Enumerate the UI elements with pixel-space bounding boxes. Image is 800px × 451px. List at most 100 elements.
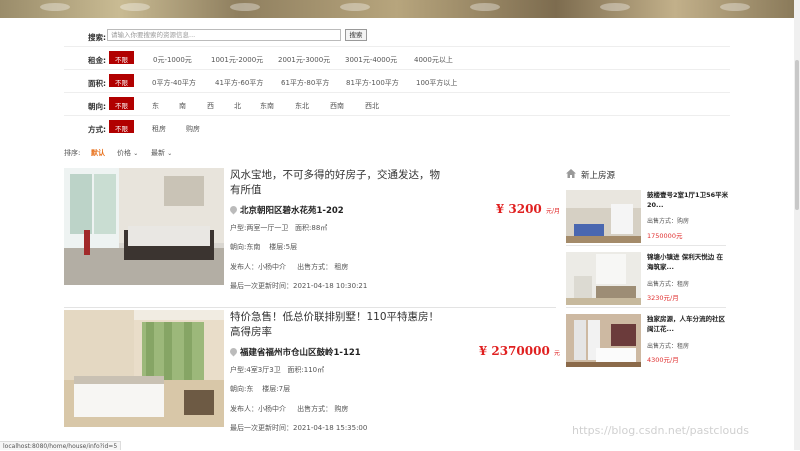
sidebar-listing-thumb[interactable] bbox=[566, 190, 641, 243]
filter-row-area: 面积: 不限 0平方-40平方 41平方-60平方 61平方-80平方 81平方… bbox=[64, 70, 730, 93]
listing-price: ¥ 3200 元/月 bbox=[496, 202, 560, 216]
sidebar-listing-title[interactable]: 独家房源，人车分流的社区闽江花... bbox=[647, 314, 729, 334]
sidebar-header: 新上房源 bbox=[566, 168, 726, 184]
sort-price-label: 价格 bbox=[117, 149, 131, 157]
sidebar-title: 新上房源 bbox=[581, 171, 616, 181]
listing-photo[interactable] bbox=[64, 168, 224, 285]
listing-title[interactable]: 特价急售！低总价联排别墅！110平特惠房！高得房率 bbox=[230, 310, 448, 340]
filter-option[interactable]: 2001元-3000元 bbox=[278, 55, 330, 65]
listing-publisher-type: 发布人：小杨中介 出售方式： 租房 bbox=[230, 262, 348, 272]
sidebar-listing-price: 1750000元 bbox=[647, 232, 683, 240]
listing-address: 福建省福州市仓山区鼓岭1-121 bbox=[228, 346, 361, 358]
sidebar-listing-type: 出售方式：租房 bbox=[647, 281, 690, 288]
listing-area: 面积:88㎡ bbox=[295, 224, 328, 232]
sidebar-listing[interactable]: 鼓楼壹号2室1厅1卫56平米20... 出售方式：购房 1750000元 bbox=[566, 190, 729, 246]
filter-option[interactable]: 1001元-2000元 bbox=[211, 55, 263, 65]
scrollbar-thumb[interactable] bbox=[795, 60, 799, 210]
search-label: 搜索: bbox=[88, 33, 106, 42]
filter-option[interactable]: 3001元-4000元 bbox=[345, 55, 397, 65]
filter-option[interactable]: 0平方-40平方 bbox=[152, 78, 196, 88]
header-banner-image bbox=[0, 0, 794, 18]
listing-layout-area: 户型:4室3厅3卫 面积:110㎡ bbox=[230, 365, 324, 375]
filter-option[interactable]: 购房 bbox=[186, 124, 200, 134]
filter-option[interactable]: 南 bbox=[179, 101, 186, 111]
filter-option[interactable]: 西南 bbox=[330, 101, 344, 111]
filter-option[interactable]: 4000元以上 bbox=[414, 55, 453, 65]
sort-latest[interactable]: 最新 ⌄ bbox=[151, 148, 172, 158]
sort-default[interactable]: 默认 bbox=[91, 148, 105, 158]
location-pin-icon bbox=[228, 346, 239, 357]
filter-option[interactable]: 东 bbox=[152, 101, 159, 111]
listing-floor: 楼层:7层 bbox=[262, 385, 291, 393]
sidebar-listing-title[interactable]: 鼓楼壹号2室1厅1卫56平米20... bbox=[647, 190, 729, 210]
filter-option[interactable]: 81平方-100平方 bbox=[346, 78, 399, 88]
filter-option[interactable]: 东南 bbox=[260, 101, 274, 111]
listing-item[interactable]: 特价急售！低总价联排别墅！110平特惠房！高得房率 福建省福州市仓山区鼓岭1-1… bbox=[64, 310, 560, 450]
filter-option[interactable]: 西北 bbox=[365, 101, 379, 111]
filter-option-any[interactable]: 不限 bbox=[109, 120, 134, 133]
listing-title[interactable]: 风水宝地，不可多得的好房子，交通发达，物有所值 bbox=[230, 168, 448, 198]
listing-address: 北京朝阳区碧水花苑1-202 bbox=[228, 204, 344, 216]
chevron-down-icon: ⌄ bbox=[167, 150, 173, 157]
listing-updated: 最后一次更新时间：2021-04-18 10:30:21 bbox=[230, 282, 368, 290]
location-pin-icon bbox=[228, 204, 239, 215]
sidebar-listing-price: 3230元/月 bbox=[647, 294, 679, 302]
filter-row-method: 方式: 不限 租房 购房 bbox=[64, 116, 730, 139]
listing-orientation: 朝向:东 bbox=[230, 385, 254, 393]
filter-label: 方式: bbox=[88, 125, 106, 134]
sidebar-listing-price: 4300元/月 bbox=[647, 356, 679, 364]
filter-row-rent: 租金: 不限 0元-1000元 1001元-2000元 2001元-3000元 … bbox=[64, 47, 730, 70]
filter-label: 面积: bbox=[88, 79, 106, 88]
sidebar-listing-type: 出售方式：购房 bbox=[647, 218, 690, 225]
search-button[interactable]: 搜索 bbox=[345, 29, 367, 41]
search-input[interactable]: 请输入你要搜索的资源信息... bbox=[107, 29, 341, 41]
sort-price[interactable]: 价格 ⌄ bbox=[117, 148, 138, 158]
chevron-down-icon: ⌄ bbox=[133, 150, 139, 157]
filter-option[interactable]: 41平方-60平方 bbox=[215, 78, 263, 88]
filter-option[interactable]: 东北 bbox=[295, 101, 309, 111]
filter-option[interactable]: 北 bbox=[234, 101, 241, 111]
sidebar-listing-thumb[interactable] bbox=[566, 252, 641, 305]
sidebar-listing[interactable]: 独家房源，人车分流的社区闽江花... 出售方式：租房 4300元/月 bbox=[566, 314, 726, 370]
listing-price-value: ¥ 2370000 bbox=[478, 344, 550, 358]
sort-label: 排序: bbox=[64, 149, 81, 157]
sort-latest-label: 最新 bbox=[151, 149, 165, 157]
listing-layout-area: 户型:两室一厅一卫 面积:88㎡ bbox=[230, 223, 327, 233]
filter-row-orientation: 朝向: 不限 东 南 西 北 东南 东北 西南 西北 bbox=[64, 93, 730, 116]
listing-area: 面积:110㎡ bbox=[287, 366, 325, 374]
new-listings-sidebar: 新上房源 鼓楼壹号2室1厅1卫56平米20... 出售方式：购房 1750000… bbox=[566, 168, 728, 367]
listing-orientation-floor: 朝向:东南 楼层:5层 bbox=[230, 242, 297, 252]
listing-layout: 户型:两室一厅一卫 bbox=[230, 224, 289, 232]
filter-option-any[interactable]: 不限 bbox=[109, 74, 134, 87]
sidebar-listing[interactable]: 锦塘小镇进 保利天悦边 在海筑家... 出售方式：租房 3230元/月 bbox=[566, 252, 726, 308]
filter-option[interactable]: 西 bbox=[207, 101, 214, 111]
filter-option[interactable]: 61平方-80平方 bbox=[281, 78, 329, 88]
sidebar-listing-thumb[interactable] bbox=[566, 314, 641, 367]
listing-orientation-floor: 朝向:东 楼层:7层 bbox=[230, 384, 290, 394]
listing-price-unit: 元 bbox=[553, 350, 560, 357]
listing-floor: 楼层:5层 bbox=[269, 243, 298, 251]
sidebar-listing-title[interactable]: 锦塘小镇进 保利天悦边 在海筑家... bbox=[647, 252, 729, 272]
listing-price-unit: 元/月 bbox=[545, 208, 560, 215]
filter-option[interactable]: 租房 bbox=[152, 124, 166, 134]
filter-option[interactable]: 100平方以上 bbox=[416, 78, 457, 88]
filter-option[interactable]: 0元-1000元 bbox=[153, 55, 192, 65]
filter-label: 租金: bbox=[88, 56, 106, 65]
filter-option-any[interactable]: 不限 bbox=[109, 51, 134, 64]
listing-sale-type: 购房 bbox=[334, 405, 349, 413]
listing-price-value: ¥ 3200 bbox=[495, 202, 542, 216]
listing-orientation: 朝向:东南 bbox=[230, 243, 261, 251]
listing-item[interactable]: 风水宝地，不可多得的好房子，交通发达，物有所值 北京朝阳区碧水花苑1-202 户… bbox=[64, 168, 560, 308]
listing-updated: 最后一次更新时间：2021-04-18 15:35:00 bbox=[230, 424, 368, 432]
listing-sale-type-label: 出售方式： bbox=[297, 263, 333, 271]
listing-address-text: 福建省福州市仓山区鼓岭1-121 bbox=[240, 348, 361, 358]
page-scrollbar[interactable] bbox=[794, 0, 800, 450]
listing-publisher: 发布人：小杨中介 bbox=[230, 263, 286, 271]
filter-option-any[interactable]: 不限 bbox=[109, 97, 134, 110]
listing-photo[interactable] bbox=[64, 310, 224, 427]
filter-panel: 搜索: 请输入你要搜索的资源信息... 搜索 租金: 不限 0元-1000元 1… bbox=[64, 24, 730, 139]
listing-publisher: 发布人：小杨中介 bbox=[230, 405, 286, 413]
listing-layout: 户型:4室3厅3卫 bbox=[230, 366, 281, 374]
listing-sale-type-label: 出售方式： bbox=[297, 405, 333, 413]
search-row: 搜索: 请输入你要搜索的资源信息... 搜索 bbox=[64, 24, 730, 47]
